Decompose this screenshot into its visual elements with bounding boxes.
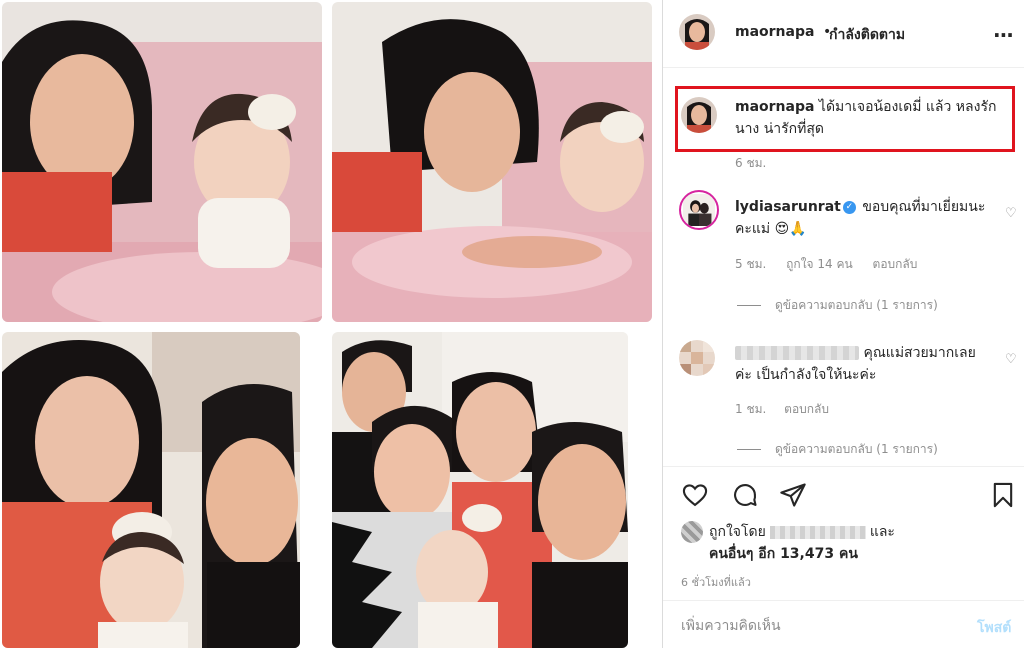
view-replies-label: ดูข้อความตอบกลับ (1 รายการ): [775, 442, 938, 456]
view-replies-button[interactable]: ดูข้อความตอบกลับ (1 รายการ): [737, 440, 938, 459]
view-replies-button[interactable]: ดูข้อความตอบกลับ (1 รายการ): [737, 296, 938, 315]
post-actions: ถูกใจโดย และ คนอื่นๆ อีก 13,473 คน 6 ชั่ว…: [663, 466, 1024, 600]
post-comment-button[interactable]: โพสต์: [977, 617, 1011, 639]
caption-text-block: maornapa ได้มาเจอน้องเดมี่ แล้ว หลงรักนา…: [735, 96, 1007, 140]
author-username[interactable]: maornapa: [735, 24, 814, 40]
photo-family-group: [332, 332, 628, 648]
caption-username[interactable]: maornapa: [735, 99, 814, 115]
liked-by-suffix: และ: [869, 524, 895, 540]
comment-bubble-icon[interactable]: [731, 481, 759, 509]
comment-like-heart-icon[interactable]: ♡: [1005, 352, 1017, 367]
post-timestamp[interactable]: 6 ชั่วโมงที่แล้ว: [681, 573, 751, 591]
photo-grandma-touching-tray: [332, 2, 652, 322]
paper-plane-icon[interactable]: [779, 481, 807, 509]
add-comment-bar: โพสต์: [663, 600, 1024, 648]
liked-by-prefix: ถูกใจโดย: [709, 524, 766, 540]
following-status-button[interactable]: กำลังติดตาม: [829, 24, 905, 46]
caption-author-avatar[interactable]: [681, 97, 717, 133]
liked-by-line: ถูกใจโดย และ: [709, 521, 895, 543]
blurred-username[interactable]: [735, 346, 859, 360]
comment-meta: 5 ชม. ถูกใจ 14 คน ตอบกลับ: [735, 255, 933, 274]
more-options-button[interactable]: ...: [993, 18, 1014, 42]
comment-time[interactable]: 1 ชม.: [735, 402, 766, 416]
author-avatar[interactable]: [679, 14, 715, 50]
photo-grandma-baby-highchair: [2, 2, 322, 322]
comment-username[interactable]: lydiasarunrat: [735, 199, 841, 215]
comment-avatar-blurred[interactable]: [679, 340, 715, 376]
add-comment-input[interactable]: [681, 615, 951, 637]
post-panel: maornapa • กำลังติดตาม ... maornapa ได้ม…: [662, 0, 1024, 648]
liker-avatar[interactable]: [681, 521, 703, 543]
view-replies-label: ดูข้อความตอบกลับ (1 รายการ): [775, 298, 938, 312]
replies-divider: [737, 449, 761, 450]
caption-time[interactable]: 6 ชม.: [735, 154, 766, 173]
bookmark-icon[interactable]: [989, 481, 1017, 509]
verified-badge-icon: ✓: [842, 200, 856, 214]
comment-meta: 1 ชม. ตอบกลับ: [735, 400, 843, 419]
comment-avatar-lydiasarunrat[interactable]: [679, 190, 719, 230]
comment-likes-count[interactable]: ถูกใจ 14 คน: [786, 257, 853, 271]
comment-text-block: lydiasarunrat ✓ ขอบคุณที่มาเยี่ยมนะคะแม่ …: [735, 196, 991, 240]
post-header: maornapa • กำลังติดตาม ...: [663, 0, 1024, 68]
comment-reply-button[interactable]: ตอบกลับ: [873, 257, 918, 271]
photo-selfie-three: [2, 332, 300, 648]
comment-reply-button[interactable]: ตอบกลับ: [784, 402, 829, 416]
likes-count-button[interactable]: คนอื่นๆ อีก 13,473 คน: [709, 543, 858, 565]
replies-divider: [737, 305, 761, 306]
comment-time[interactable]: 5 ชม.: [735, 257, 766, 271]
blurred-liker-name[interactable]: [769, 525, 866, 539]
comment-text-block: คุณแม่สวยมากเลยค่ะ เป็นกำลังใจให้นะค่ะ: [735, 342, 991, 386]
comment-like-heart-icon[interactable]: ♡: [1005, 206, 1017, 221]
heart-icon[interactable]: [681, 481, 709, 509]
photo-collage: [0, 0, 660, 648]
